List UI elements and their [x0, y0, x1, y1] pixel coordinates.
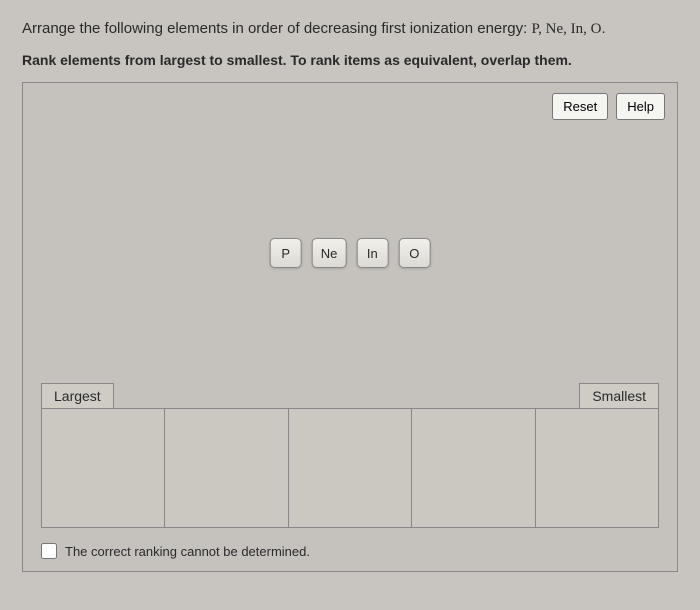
cannot-determine-checkbox[interactable]: [41, 543, 57, 559]
top-button-row: Reset Help: [552, 93, 665, 120]
ranking-area: Largest Smallest: [41, 383, 659, 528]
element-tiles-row: P Ne In O: [270, 238, 431, 268]
rank-slot[interactable]: [536, 409, 658, 527]
element-tile-ne[interactable]: Ne: [312, 238, 347, 268]
rank-slot[interactable]: [165, 409, 288, 527]
ranking-labels: Largest Smallest: [41, 383, 659, 408]
question-text: Arrange the following elements in order …: [22, 18, 678, 40]
cannot-determine-label: The correct ranking cannot be determined…: [65, 544, 310, 559]
smallest-label: Smallest: [579, 383, 659, 408]
rank-slots: [41, 408, 659, 528]
question-suffix: .: [601, 20, 605, 37]
rank-slot[interactable]: [412, 409, 535, 527]
element-tile-o[interactable]: O: [398, 238, 430, 268]
rank-slot[interactable]: [289, 409, 412, 527]
element-tile-p[interactable]: P: [270, 238, 302, 268]
reset-button[interactable]: Reset: [552, 93, 608, 120]
instruction-text: Rank elements from largest to smallest. …: [22, 52, 678, 68]
element-tile-in[interactable]: In: [356, 238, 388, 268]
question-elements: P, Ne, In, O: [531, 21, 601, 37]
question-prefix: Arrange the following elements in order …: [22, 20, 531, 37]
cannot-determine-row: The correct ranking cannot be determined…: [41, 543, 310, 559]
largest-label: Largest: [41, 383, 114, 408]
help-button[interactable]: Help: [616, 93, 665, 120]
rank-slot[interactable]: [42, 409, 165, 527]
work-area: Reset Help P Ne In O Largest Smallest Th…: [22, 82, 678, 572]
